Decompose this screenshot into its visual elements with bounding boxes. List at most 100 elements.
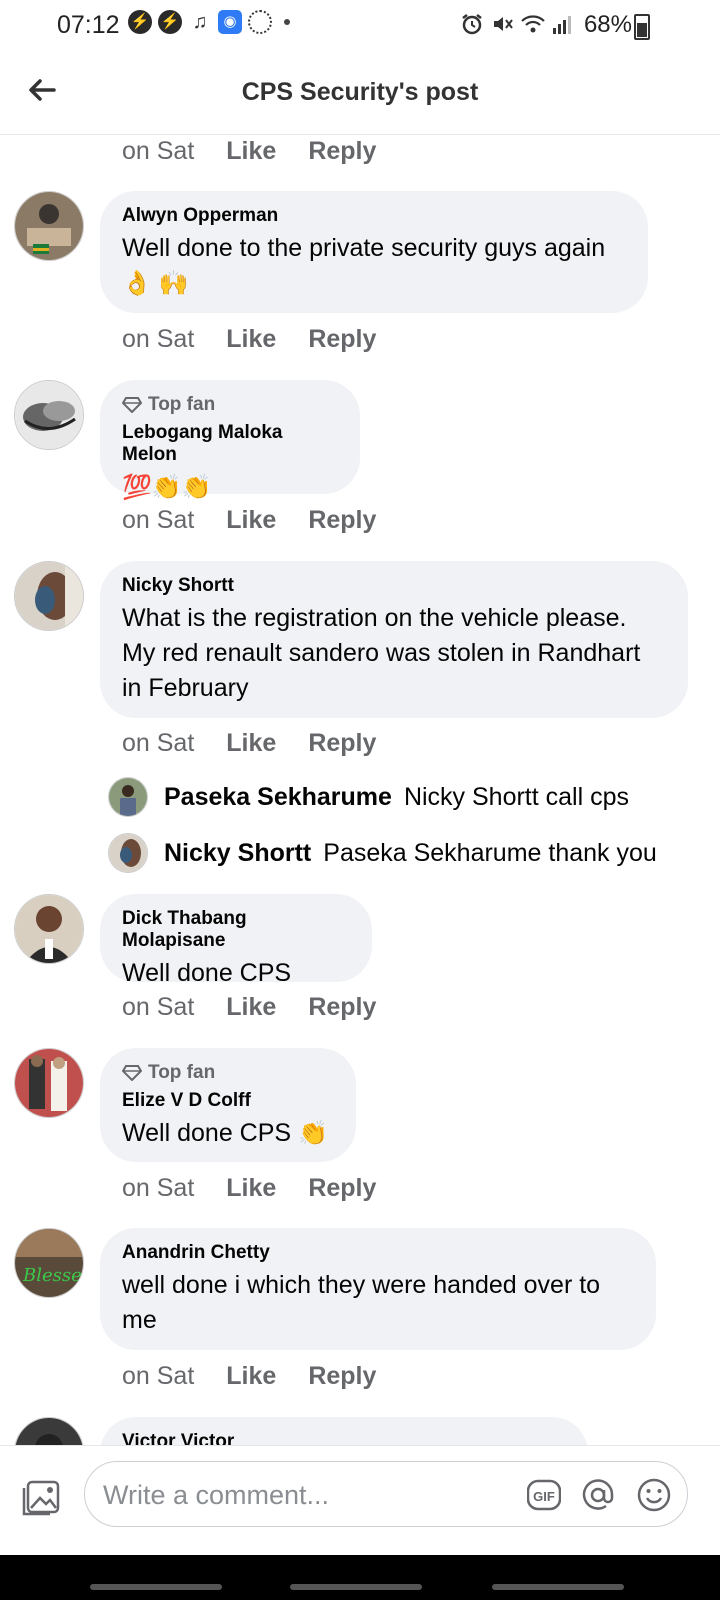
comment-bubble: Top fan Lebogang Maloka Melon 💯👏👏 xyxy=(100,380,360,501)
svg-text:GIF: GIF xyxy=(533,1489,555,1504)
notification-icons: ⚡ ⚡ ♫ ◉ xyxy=(128,10,290,34)
comment-actions: on Sat Like Reply xyxy=(122,1362,376,1391)
reply-text: Nicky Shortt call cps xyxy=(403,782,629,811)
page-title: CPS Security's post xyxy=(241,78,479,106)
music-note-icon: ♫ xyxy=(192,11,208,33)
comment-actions: on Sat Like Reply xyxy=(122,729,376,758)
comment-bubble: Victor Victor xyxy=(100,1417,588,1445)
top-fan-badge: Top fan xyxy=(122,394,338,416)
comment-text-row: Well done CPS 👏 xyxy=(122,1116,334,1151)
comment-actions: on Sat Like Reply xyxy=(122,1174,376,1203)
bolt-icon: ⚡ xyxy=(158,10,182,34)
comment-time: on Sat xyxy=(122,993,195,1021)
comment-author[interactable]: Alwyn Opperman xyxy=(122,205,626,227)
status-time: 07:12 xyxy=(57,11,120,39)
signal-icon xyxy=(553,16,571,34)
comment-bubble: Alwyn Opperman Well done to the private … xyxy=(100,191,648,313)
comment-bubble: Nicky Shortt What is the registration on… xyxy=(100,561,688,718)
wifi-icon xyxy=(521,15,545,33)
comment-time: on Sat xyxy=(122,729,195,757)
reply-button[interactable]: Reply xyxy=(308,1362,376,1391)
mention-icon[interactable] xyxy=(581,1478,615,1512)
comment-time: on Sat xyxy=(122,506,195,534)
alarm-icon xyxy=(462,14,482,35)
nav-recents-button[interactable] xyxy=(90,1584,222,1590)
avatar[interactable] xyxy=(108,833,148,873)
comment-emoji: 👌 🙌 xyxy=(122,270,189,297)
avatar[interactable] xyxy=(14,1048,84,1118)
comment-author[interactable]: Anandrin Chetty xyxy=(122,1242,634,1264)
reply-button[interactable]: Reply xyxy=(308,1174,376,1203)
reply-author[interactable]: Nicky Shortt xyxy=(164,839,311,868)
avatar[interactable] xyxy=(14,191,84,261)
avatar[interactable] xyxy=(14,894,84,964)
battery-percentage: 68% xyxy=(583,11,632,38)
comments-list[interactable]: on Sat Like Reply Alwyn Opperman Well do… xyxy=(0,135,720,1445)
comment-time: on Sat xyxy=(122,325,195,353)
gif-icon[interactable]: GIF xyxy=(527,1478,561,1512)
comment-author[interactable]: Lebogang Maloka Melon xyxy=(122,422,338,466)
emoji-icon[interactable] xyxy=(637,1478,671,1512)
system-navigation-bar xyxy=(0,1555,720,1600)
comment-actions: on Sat Like Reply xyxy=(122,993,376,1022)
top-fan-badge: Top fan xyxy=(122,1062,334,1084)
reply-text: Paseka Sekharume thank you xyxy=(323,838,657,867)
svg-text:Blessed: Blessed xyxy=(22,1265,83,1286)
reply-item[interactable]: Paseka Sekharume Nicky Shortt call cps xyxy=(108,777,629,817)
reply-button[interactable]: Reply xyxy=(308,729,376,758)
top-fan-label: Top fan xyxy=(148,1062,216,1083)
more-notifications-dot xyxy=(284,19,290,25)
reply-button[interactable]: Reply xyxy=(308,137,376,166)
reply-author[interactable]: Paseka Sekharume xyxy=(164,783,392,812)
battery-icon xyxy=(634,14,650,40)
mute-icon xyxy=(494,17,513,31)
avatar[interactable] xyxy=(108,777,148,817)
diamond-icon xyxy=(122,397,142,413)
nav-back-button[interactable] xyxy=(492,1584,624,1590)
calendar-app-icon: ◉ xyxy=(218,10,242,34)
comment-actions: on Sat Like Reply xyxy=(122,506,376,535)
comment-author[interactable]: Dick Thabang Molapisane xyxy=(122,908,350,952)
like-button[interactable]: Like xyxy=(226,137,276,166)
comment-emoji: 👏 xyxy=(298,1120,328,1147)
bolt-icon: ⚡ xyxy=(128,10,152,34)
loading-ring-icon xyxy=(248,10,272,34)
top-fan-label: Top fan xyxy=(148,394,216,415)
like-button[interactable]: Like xyxy=(226,729,276,758)
like-button[interactable]: Like xyxy=(226,506,276,535)
reply-button[interactable]: Reply xyxy=(308,325,376,354)
avatar[interactable] xyxy=(14,561,84,631)
comment-input[interactable]: Write a comment... GIF xyxy=(84,1461,688,1527)
comment-time: on Sat xyxy=(122,1362,195,1390)
photo-gallery-icon[interactable] xyxy=(22,1478,62,1518)
comment-time: on Sat xyxy=(122,137,195,165)
comment-text: well done i which they were handed over … xyxy=(122,1271,601,1334)
reply-item[interactable]: Nicky Shortt Paseka Sekharume thank you xyxy=(108,833,657,873)
comment-actions: on Sat Like Reply xyxy=(122,137,376,166)
avatar[interactable] xyxy=(14,380,84,450)
comment-bubble: Dick Thabang Molapisane Well done CPS xyxy=(100,894,372,987)
comment-bubble: Top fan Elize V D Colff Well done CPS 👏 xyxy=(100,1048,356,1162)
comment-time: on Sat xyxy=(122,1174,195,1202)
like-button[interactable]: Like xyxy=(226,1174,276,1203)
comment-bubble: Anandrin Chetty well done i which they w… xyxy=(100,1228,656,1350)
reply-button[interactable]: Reply xyxy=(308,506,376,535)
system-icons xyxy=(460,12,572,36)
comment-actions: on Sat Like Reply xyxy=(122,325,376,354)
comment-emoji: 💯👏👏 xyxy=(122,474,212,501)
comment-text: Well done to the private security guys a… xyxy=(122,234,606,262)
avatar[interactable]: Blessed xyxy=(14,1228,84,1298)
like-button[interactable]: Like xyxy=(226,1362,276,1391)
comment-author[interactable]: Elize V D Colff xyxy=(122,1090,334,1112)
nav-home-button[interactable] xyxy=(290,1584,422,1590)
avatar[interactable] xyxy=(14,1417,84,1445)
reply-button[interactable]: Reply xyxy=(308,993,376,1022)
comment-author[interactable]: Nicky Shortt xyxy=(122,575,666,597)
comment-text: Well done CPS xyxy=(122,1119,292,1147)
comment-author[interactable]: Victor Victor xyxy=(122,1431,566,1445)
status-bar: 07:12 ⚡ ⚡ ♫ ◉ 68% xyxy=(0,0,720,52)
like-button[interactable]: Like xyxy=(226,325,276,354)
comment-composer: Write a comment... GIF xyxy=(0,1445,720,1556)
post-header: CPS Security's post xyxy=(0,52,720,135)
like-button[interactable]: Like xyxy=(226,993,276,1022)
